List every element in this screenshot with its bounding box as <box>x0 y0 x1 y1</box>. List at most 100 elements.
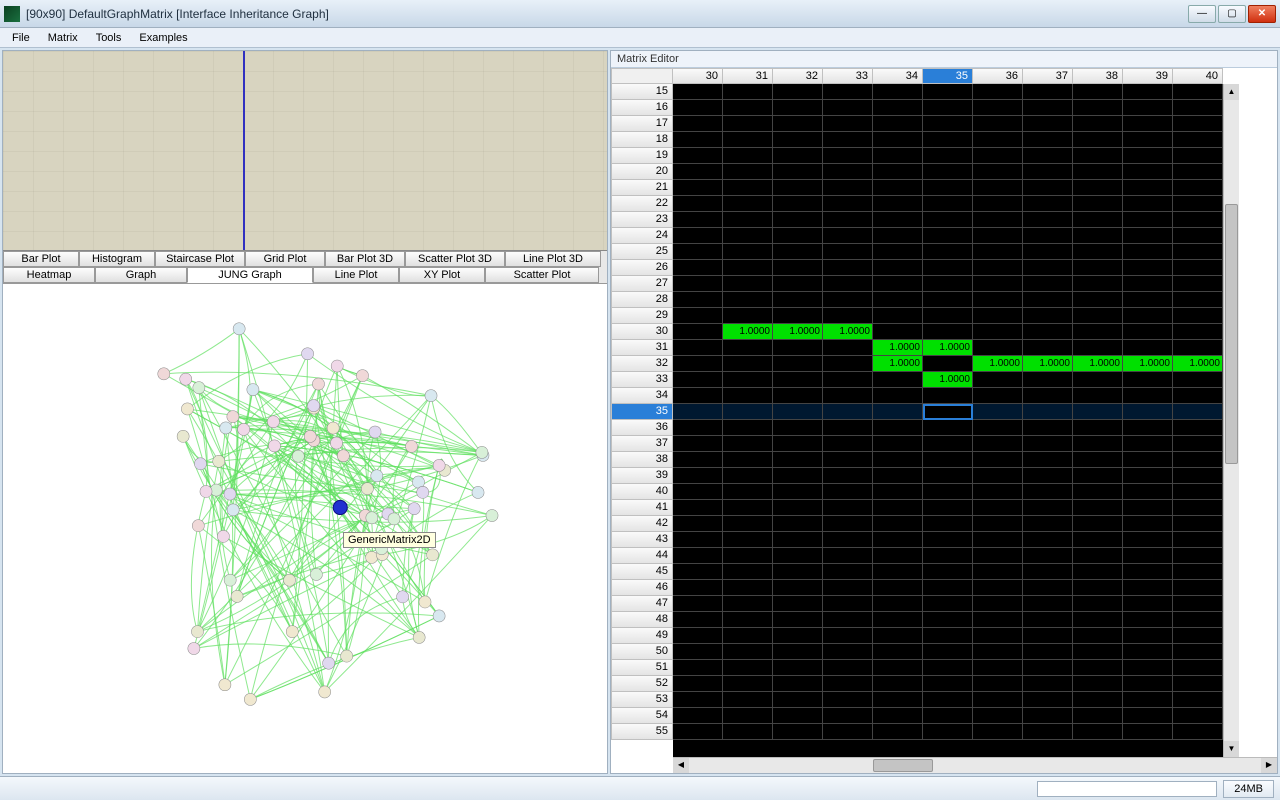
cell-16-31[interactable] <box>723 100 773 116</box>
row-header-54[interactable]: 54 <box>611 708 673 724</box>
cell-45-39[interactable] <box>1123 564 1173 580</box>
tab-line-plot[interactable]: Line Plot <box>313 267 399 283</box>
cell-25-31[interactable] <box>723 244 773 260</box>
cell-27-33[interactable] <box>823 276 873 292</box>
row-header-37[interactable]: 37 <box>611 436 673 452</box>
cell-39-31[interactable] <box>723 468 773 484</box>
cell-31-33[interactable] <box>823 340 873 356</box>
cell-23-38[interactable] <box>1073 212 1123 228</box>
cell-47-30[interactable] <box>673 596 723 612</box>
cell-33-34[interactable] <box>873 372 923 388</box>
cell-29-37[interactable] <box>1023 308 1073 324</box>
cell-50-31[interactable] <box>723 644 773 660</box>
cell-19-32[interactable] <box>773 148 823 164</box>
cell-44-30[interactable] <box>673 548 723 564</box>
cell-41-31[interactable] <box>723 500 773 516</box>
cell-16-38[interactable] <box>1073 100 1123 116</box>
cell-39-32[interactable] <box>773 468 823 484</box>
row-header-30[interactable]: 30 <box>611 324 673 340</box>
cell-41-35[interactable] <box>923 500 973 516</box>
cell-15-33[interactable] <box>823 84 873 100</box>
cell-55-38[interactable] <box>1073 724 1123 740</box>
cell-21-40[interactable] <box>1173 180 1223 196</box>
cell-21-36[interactable] <box>973 180 1023 196</box>
cell-17-31[interactable] <box>723 116 773 132</box>
cell-16-30[interactable] <box>673 100 723 116</box>
row-header-15[interactable]: 15 <box>611 84 673 100</box>
cell-53-34[interactable] <box>873 692 923 708</box>
cell-22-33[interactable] <box>823 196 873 212</box>
cell-43-35[interactable] <box>923 532 973 548</box>
cell-50-33[interactable] <box>823 644 873 660</box>
cell-24-34[interactable] <box>873 228 923 244</box>
cell-46-32[interactable] <box>773 580 823 596</box>
row-header-51[interactable]: 51 <box>611 660 673 676</box>
cell-34-40[interactable] <box>1173 388 1223 404</box>
cell-53-39[interactable] <box>1123 692 1173 708</box>
cell-39-36[interactable] <box>973 468 1023 484</box>
cell-16-40[interactable] <box>1173 100 1223 116</box>
col-header-38[interactable]: 38 <box>1073 68 1123 84</box>
cell-46-39[interactable] <box>1123 580 1173 596</box>
cell-42-33[interactable] <box>823 516 873 532</box>
cell-17-34[interactable] <box>873 116 923 132</box>
cell-55-31[interactable] <box>723 724 773 740</box>
cell-18-35[interactable] <box>923 132 973 148</box>
cell-30-34[interactable] <box>873 324 923 340</box>
cell-55-37[interactable] <box>1023 724 1073 740</box>
row-header-35[interactable]: 35 <box>611 404 673 420</box>
cell-44-32[interactable] <box>773 548 823 564</box>
cell-18-37[interactable] <box>1023 132 1073 148</box>
cell-27-32[interactable] <box>773 276 823 292</box>
cell-23-33[interactable] <box>823 212 873 228</box>
cell-17-40[interactable] <box>1173 116 1223 132</box>
menu-tools[interactable]: Tools <box>88 30 130 46</box>
cell-39-39[interactable] <box>1123 468 1173 484</box>
cell-17-32[interactable] <box>773 116 823 132</box>
tab-grid-plot[interactable]: Grid Plot <box>245 251 325 267</box>
cell-34-35[interactable] <box>923 388 973 404</box>
cell-47-31[interactable] <box>723 596 773 612</box>
cell-49-36[interactable] <box>973 628 1023 644</box>
cell-30-35[interactable] <box>923 324 973 340</box>
cell-15-35[interactable] <box>923 84 973 100</box>
cell-44-36[interactable] <box>973 548 1023 564</box>
cell-43-34[interactable] <box>873 532 923 548</box>
cell-50-34[interactable] <box>873 644 923 660</box>
cell-50-36[interactable] <box>973 644 1023 660</box>
cell-45-40[interactable] <box>1173 564 1223 580</box>
cell-22-36[interactable] <box>973 196 1023 212</box>
row-header-34[interactable]: 34 <box>611 388 673 404</box>
cell-34-33[interactable] <box>823 388 873 404</box>
cell-45-35[interactable] <box>923 564 973 580</box>
cell-16-34[interactable] <box>873 100 923 116</box>
cell-52-36[interactable] <box>973 676 1023 692</box>
cell-54-32[interactable] <box>773 708 823 724</box>
cell-17-39[interactable] <box>1123 116 1173 132</box>
cell-51-36[interactable] <box>973 660 1023 676</box>
cell-41-40[interactable] <box>1173 500 1223 516</box>
cell-37-34[interactable] <box>873 436 923 452</box>
cell-46-40[interactable] <box>1173 580 1223 596</box>
cell-45-34[interactable] <box>873 564 923 580</box>
row-header-39[interactable]: 39 <box>611 468 673 484</box>
cell-44-40[interactable] <box>1173 548 1223 564</box>
scroll-right-icon[interactable]: ▶ <box>1261 758 1277 773</box>
row-header-22[interactable]: 22 <box>611 196 673 212</box>
cell-40-31[interactable] <box>723 484 773 500</box>
cell-30-30[interactable] <box>673 324 723 340</box>
cell-26-35[interactable] <box>923 260 973 276</box>
row-header-46[interactable]: 46 <box>611 580 673 596</box>
cell-27-35[interactable] <box>923 276 973 292</box>
cell-30-40[interactable] <box>1173 324 1223 340</box>
cell-35-39[interactable] <box>1123 404 1173 420</box>
cell-48-40[interactable] <box>1173 612 1223 628</box>
cell-41-30[interactable] <box>673 500 723 516</box>
cell-34-32[interactable] <box>773 388 823 404</box>
row-header-48[interactable]: 48 <box>611 612 673 628</box>
cell-30-38[interactable] <box>1073 324 1123 340</box>
cell-23-37[interactable] <box>1023 212 1073 228</box>
row-header-23[interactable]: 23 <box>611 212 673 228</box>
cell-41-33[interactable] <box>823 500 873 516</box>
cell-38-35[interactable] <box>923 452 973 468</box>
